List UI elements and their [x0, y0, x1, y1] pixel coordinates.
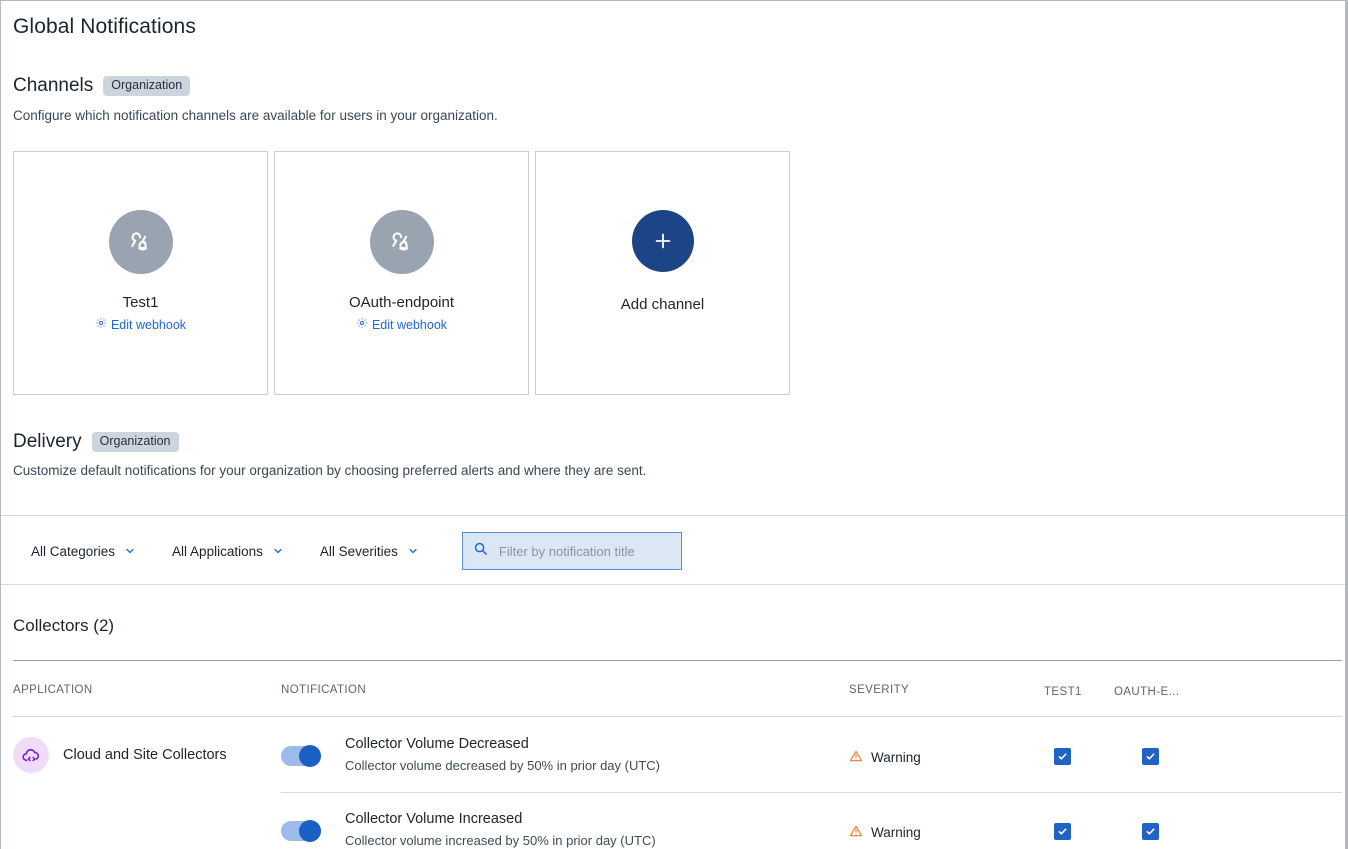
toggle-knob [299, 820, 321, 842]
edit-webhook-label: Edit webhook [110, 317, 187, 332]
channel-checkbox-oauth[interactable] [1142, 748, 1159, 765]
notification-subtitle: Collector volume decreased by 50% in pri… [345, 758, 661, 773]
channel-card[interactable]: OAuth-endpoint Edit webhook [274, 151, 529, 395]
channels-description: Configure which notification channels ar… [13, 108, 498, 123]
toggle-knob [299, 745, 321, 767]
applications-dropdown-label: All Applications [172, 543, 263, 559]
chevron-down-icon [407, 545, 419, 557]
table-top-divider [13, 660, 1342, 661]
webhook-icon [108, 210, 173, 274]
categories-dropdown-label: All Categories [31, 543, 116, 559]
application-cell: Cloud and Site Collectors [13, 737, 227, 773]
channel-card[interactable]: Test1 Edit webhook [13, 151, 268, 395]
search-icon [473, 541, 488, 561]
channel-checkbox-oauth[interactable] [1142, 823, 1159, 840]
severities-dropdown[interactable]: All Severities [320, 544, 419, 559]
search-box[interactable] [461, 532, 682, 570]
column-header-channel-oauth: OAUTH-E... [1114, 686, 1180, 698]
divider [13, 716, 1342, 717]
notification-subtitle: Collector volume increased by 50% in pri… [345, 833, 656, 848]
group-title: Collectors (2) [13, 616, 115, 635]
channels-heading: Channels [13, 75, 94, 96]
warning-triangle-icon [849, 749, 863, 766]
search-input[interactable] [496, 542, 671, 560]
edit-webhook-label: Edit webhook [371, 317, 448, 332]
channels-section-header: Channels Organization [13, 75, 191, 97]
add-channel-card[interactable]: Add channel [535, 151, 790, 395]
gear-icon [356, 317, 368, 332]
webhook-icon [369, 210, 434, 274]
severity-badge: Warning [849, 749, 921, 766]
application-label: Cloud and Site Collectors [63, 747, 227, 763]
notification-title: Collector Volume Increased [345, 811, 523, 827]
channel-checkbox-test1[interactable] [1054, 823, 1071, 840]
severity-label: Warning [871, 825, 921, 840]
categories-dropdown[interactable]: All Categories [31, 544, 136, 559]
divider [1, 515, 1345, 516]
column-header-application: APPLICATION [13, 684, 93, 696]
column-header-channel-test1: TEST1 [1044, 686, 1082, 698]
delivery-scope-badge: Organization [91, 432, 179, 452]
notification-toggle[interactable] [281, 745, 321, 767]
plus-icon[interactable] [631, 210, 694, 272]
edit-webhook-link[interactable]: Edit webhook [356, 317, 447, 332]
global-notifications-page: Global Notifications Channels Organizati… [0, 0, 1348, 849]
delivery-heading: Delivery [13, 431, 82, 452]
gear-icon [95, 317, 107, 332]
column-header-severity: SEVERITY [849, 684, 910, 696]
chevron-down-icon [124, 545, 136, 557]
severity-badge: Warning [849, 824, 921, 841]
divider [281, 792, 1342, 793]
channel-name: OAuth-endpoint [348, 294, 455, 311]
channel-card-list: Test1 Edit webhook OAuth-endpoint Edit w… [13, 151, 790, 395]
channel-name: Test1 [122, 294, 159, 311]
applications-dropdown[interactable]: All Applications [172, 544, 284, 559]
add-channel-label: Add channel [620, 296, 705, 313]
channel-checkbox-test1[interactable] [1054, 748, 1071, 765]
divider [1, 584, 1345, 585]
notification-title: Collector Volume Decreased [345, 736, 529, 752]
severity-label: Warning [871, 750, 921, 765]
notification-toggle[interactable] [281, 820, 321, 842]
filter-bar: All Categories All Applications All Seve… [31, 532, 682, 570]
delivery-description: Customize default notifications for your… [13, 463, 647, 478]
page-title: Global Notifications [13, 15, 196, 38]
cloud-code-icon [13, 737, 49, 773]
edit-webhook-link[interactable]: Edit webhook [95, 317, 186, 332]
column-header-notification: NOTIFICATION [281, 684, 367, 696]
chevron-down-icon [272, 545, 284, 557]
severities-dropdown-label: All Severities [319, 543, 398, 559]
channels-scope-badge: Organization [103, 76, 191, 96]
delivery-section-header: Delivery Organization [13, 431, 179, 453]
warning-triangle-icon [849, 824, 863, 841]
